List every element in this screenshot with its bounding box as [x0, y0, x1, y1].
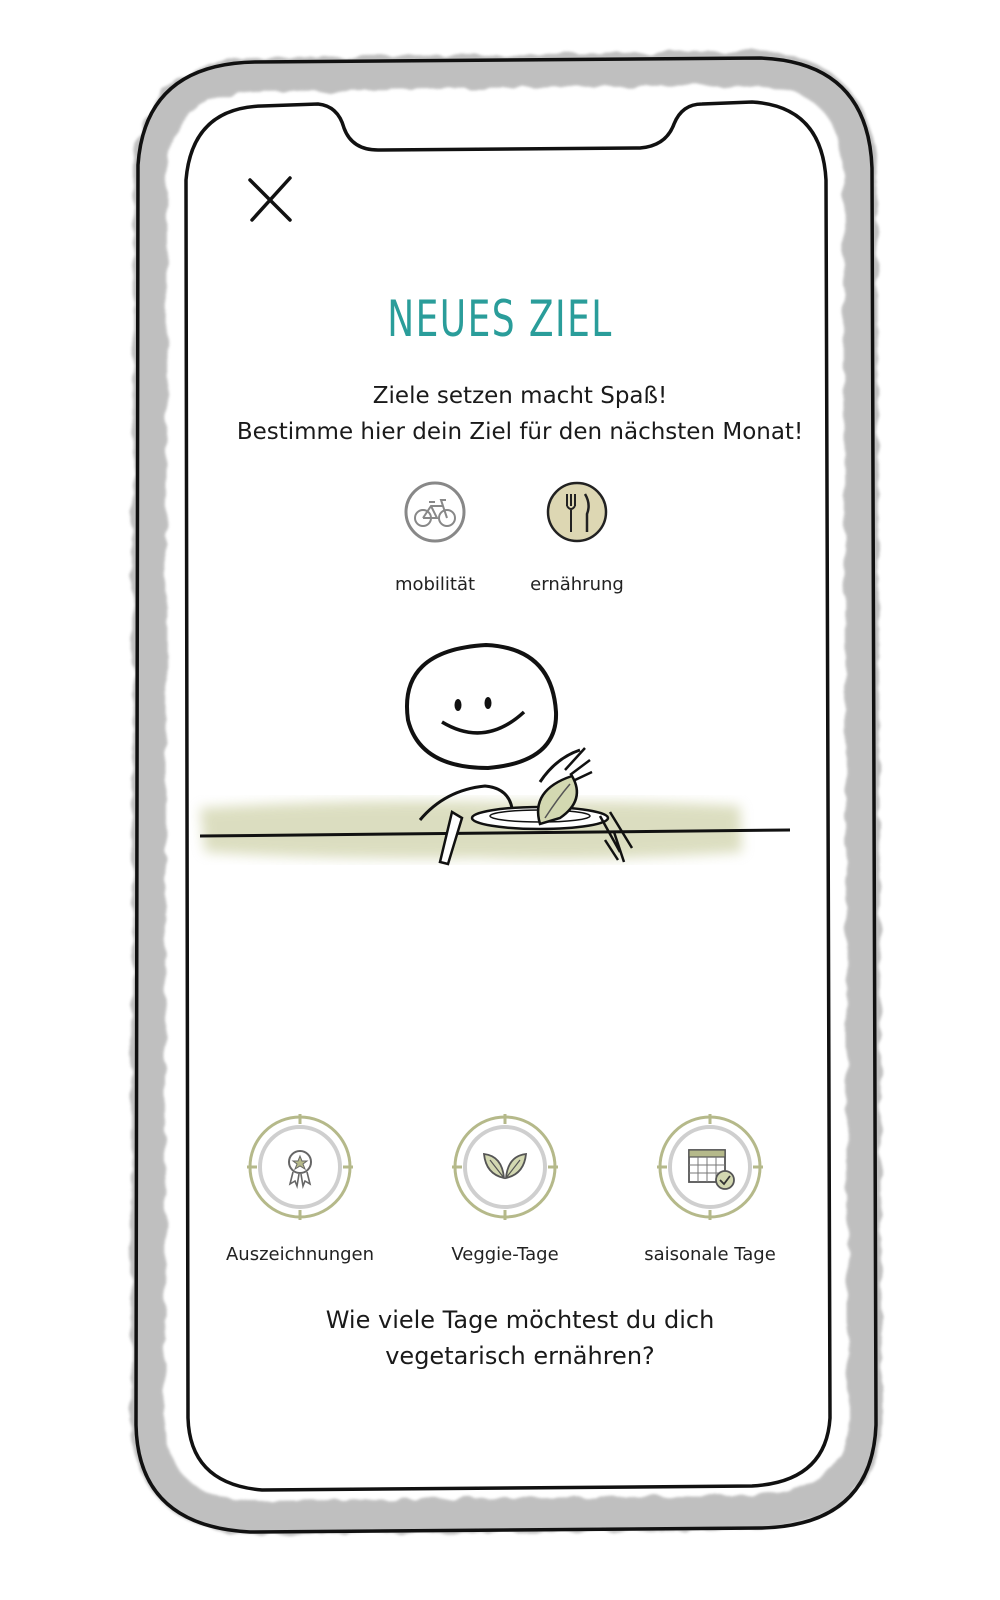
category-label-ernaehrung: ernährung	[530, 574, 624, 595]
bicycle-icon	[404, 481, 466, 543]
category-ernaehrung[interactable]: ernährung	[512, 480, 642, 595]
question-line-2: vegetarisch ernähren?	[385, 1342, 655, 1370]
question-line-1: Wie viele Tage möchtest du dich	[325, 1306, 715, 1334]
category-label-mobilitaet: mobilität	[394, 574, 476, 595]
leaves-icon	[452, 1114, 558, 1220]
goal-question: Wie viele Tage möchtest du dich vegetari…	[250, 1302, 790, 1374]
option-label-veggie-tage: Veggie-Tage	[451, 1244, 559, 1265]
option-saisonale-tage[interactable]: saisonale Tage	[610, 1112, 810, 1265]
option-auszeichnungen[interactable]: Auszeichnungen	[200, 1112, 400, 1265]
option-label-auszeichnungen: Auszeichnungen	[225, 1244, 375, 1265]
close-icon	[248, 176, 292, 222]
award-rosette-icon	[247, 1114, 353, 1220]
calendar-check-icon	[657, 1114, 763, 1220]
subtitle-line-2: Bestimme hier dein Ziel für den nächsten…	[236, 419, 804, 445]
fork-knife-icon	[546, 481, 608, 543]
category-mobilitaet[interactable]: mobilität	[370, 480, 500, 595]
option-veggie-tage[interactable]: Veggie-Tage	[405, 1112, 605, 1265]
option-label-saisonale-tage: saisonale Tage	[644, 1244, 776, 1265]
app-screen: NEUES ZIEL Ziele setzen macht Spaß! Best…	[0, 0, 1000, 1600]
close-button[interactable]	[240, 170, 300, 230]
page-subtitle: Ziele setzen macht Spaß! Bestimme hier d…	[200, 378, 840, 450]
page-title: NEUES ZIEL	[387, 290, 613, 348]
subtitle-line-1: Ziele setzen macht Spaß!	[372, 383, 668, 409]
